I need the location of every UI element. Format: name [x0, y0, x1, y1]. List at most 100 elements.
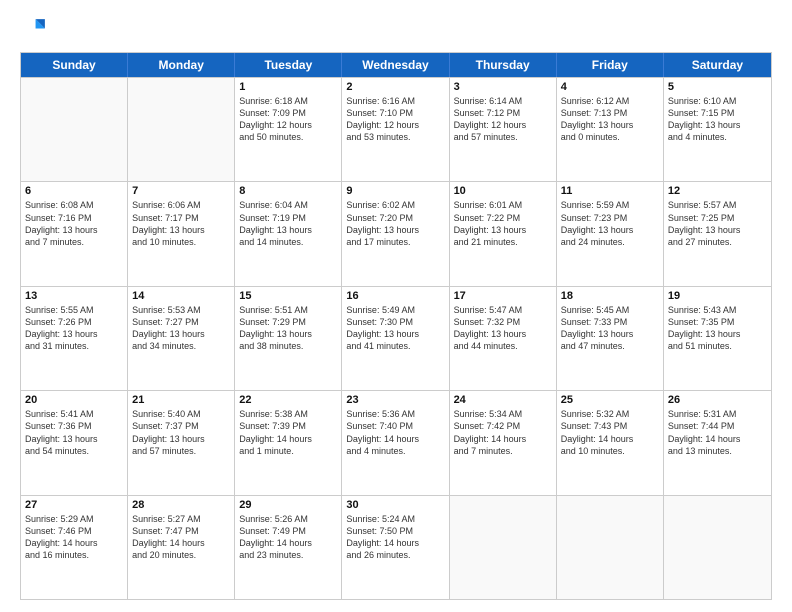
cal-cell: 22 Sunrise: 5:38 AM Sunset: 7:39 PM Dayli… — [235, 391, 342, 494]
day-number: 29 — [239, 499, 337, 511]
cal-cell: 3 Sunrise: 6:14 AM Sunset: 7:12 PM Daylig… — [450, 78, 557, 181]
day-info: Sunrise: 5:34 AM Sunset: 7:42 PM Dayligh… — [454, 408, 552, 457]
day-number: 7 — [132, 185, 230, 197]
day-number: 26 — [668, 394, 767, 406]
day-info: Sunrise: 5:36 AM Sunset: 7:40 PM Dayligh… — [346, 408, 444, 457]
calendar-header: SundayMondayTuesdayWednesdayThursdayFrid… — [21, 53, 771, 77]
day-info: Sunrise: 5:32 AM Sunset: 7:43 PM Dayligh… — [561, 408, 659, 457]
week-row-5: 27Sunrise: 5:29 AM Sunset: 7:46 PM Dayli… — [21, 495, 771, 599]
day-number: 5 — [668, 81, 767, 93]
cal-cell: 30 Sunrise: 5:24 AM Sunset: 7:50 PM Dayli… — [342, 496, 449, 599]
day-number: 22 — [239, 394, 337, 406]
cal-cell: 21Sunrise: 5:40 AM Sunset: 7:37 PM Dayli… — [128, 391, 235, 494]
cal-cell: 26Sunrise: 5:31 AM Sunset: 7:44 PM Dayli… — [664, 391, 771, 494]
cal-cell: 19 Sunrise: 5:43 AM Sunset: 7:35 PM Dayli… — [664, 287, 771, 390]
cal-cell: 24 Sunrise: 5:34 AM Sunset: 7:42 PM Dayli… — [450, 391, 557, 494]
day-number: 10 — [454, 185, 552, 197]
cal-cell: 10 Sunrise: 6:01 AM Sunset: 7:22 PM Dayli… — [450, 182, 557, 285]
day-number: 19 — [668, 290, 767, 302]
day-number: 15 — [239, 290, 337, 302]
header-day-tuesday: Tuesday — [235, 53, 342, 77]
day-info: Sunrise: 6:06 AM Sunset: 7:17 PM Dayligh… — [132, 199, 230, 248]
day-info: Sunrise: 6:14 AM Sunset: 7:12 PM Dayligh… — [454, 95, 552, 144]
day-info: Sunrise: 5:43 AM Sunset: 7:35 PM Dayligh… — [668, 304, 767, 353]
cal-cell — [664, 496, 771, 599]
cal-cell — [21, 78, 128, 181]
cal-cell — [557, 496, 664, 599]
day-number: 14 — [132, 290, 230, 302]
header-day-thursday: Thursday — [450, 53, 557, 77]
day-number: 21 — [132, 394, 230, 406]
cal-cell: 16 Sunrise: 5:49 AM Sunset: 7:30 PM Dayli… — [342, 287, 449, 390]
cal-cell — [450, 496, 557, 599]
day-number: 24 — [454, 394, 552, 406]
day-info: Sunrise: 5:53 AM Sunset: 7:27 PM Dayligh… — [132, 304, 230, 353]
calendar: SundayMondayTuesdayWednesdayThursdayFrid… — [20, 52, 772, 600]
cal-cell: 17 Sunrise: 5:47 AM Sunset: 7:32 PM Dayli… — [450, 287, 557, 390]
week-row-3: 13Sunrise: 5:55 AM Sunset: 7:26 PM Dayli… — [21, 286, 771, 390]
cal-cell: 25 Sunrise: 5:32 AM Sunset: 7:43 PM Dayli… — [557, 391, 664, 494]
cal-cell: 13Sunrise: 5:55 AM Sunset: 7:26 PM Dayli… — [21, 287, 128, 390]
cal-cell: 12Sunrise: 5:57 AM Sunset: 7:25 PM Dayli… — [664, 182, 771, 285]
week-row-1: 1Sunrise: 6:18 AM Sunset: 7:09 PM Daylig… — [21, 77, 771, 181]
day-number: 8 — [239, 185, 337, 197]
page: SundayMondayTuesdayWednesdayThursdayFrid… — [0, 0, 792, 612]
header-day-saturday: Saturday — [664, 53, 771, 77]
cal-cell: 5 Sunrise: 6:10 AM Sunset: 7:15 PM Daylig… — [664, 78, 771, 181]
cal-cell: 29 Sunrise: 5:26 AM Sunset: 7:49 PM Dayli… — [235, 496, 342, 599]
day-number: 4 — [561, 81, 659, 93]
header — [20, 16, 772, 44]
day-number: 30 — [346, 499, 444, 511]
day-info: Sunrise: 5:27 AM Sunset: 7:47 PM Dayligh… — [132, 513, 230, 562]
day-info: Sunrise: 6:02 AM Sunset: 7:20 PM Dayligh… — [346, 199, 444, 248]
cal-cell — [128, 78, 235, 181]
day-info: Sunrise: 5:47 AM Sunset: 7:32 PM Dayligh… — [454, 304, 552, 353]
day-info: Sunrise: 5:38 AM Sunset: 7:39 PM Dayligh… — [239, 408, 337, 457]
logo-icon — [20, 16, 48, 44]
day-number: 23 — [346, 394, 444, 406]
day-info: Sunrise: 6:10 AM Sunset: 7:15 PM Dayligh… — [668, 95, 767, 144]
day-info: Sunrise: 5:26 AM Sunset: 7:49 PM Dayligh… — [239, 513, 337, 562]
cal-cell: 14 Sunrise: 5:53 AM Sunset: 7:27 PM Dayli… — [128, 287, 235, 390]
header-day-wednesday: Wednesday — [342, 53, 449, 77]
cal-cell: 20 Sunrise: 5:41 AM Sunset: 7:36 PM Dayli… — [21, 391, 128, 494]
day-info: Sunrise: 6:08 AM Sunset: 7:16 PM Dayligh… — [25, 199, 123, 248]
cal-cell: 9 Sunrise: 6:02 AM Sunset: 7:20 PM Daylig… — [342, 182, 449, 285]
cal-cell: 15 Sunrise: 5:51 AM Sunset: 7:29 PM Dayli… — [235, 287, 342, 390]
day-number: 11 — [561, 185, 659, 197]
day-info: Sunrise: 5:55 AM Sunset: 7:26 PM Dayligh… — [25, 304, 123, 353]
cal-cell: 8 Sunrise: 6:04 AM Sunset: 7:19 PM Daylig… — [235, 182, 342, 285]
week-row-2: 6Sunrise: 6:08 AM Sunset: 7:16 PM Daylig… — [21, 181, 771, 285]
day-number: 2 — [346, 81, 444, 93]
cal-cell: 18 Sunrise: 5:45 AM Sunset: 7:33 PM Dayli… — [557, 287, 664, 390]
logo — [20, 16, 52, 44]
day-info: Sunrise: 5:45 AM Sunset: 7:33 PM Dayligh… — [561, 304, 659, 353]
day-number: 12 — [668, 185, 767, 197]
day-info: Sunrise: 6:01 AM Sunset: 7:22 PM Dayligh… — [454, 199, 552, 248]
day-number: 20 — [25, 394, 123, 406]
day-info: Sunrise: 5:24 AM Sunset: 7:50 PM Dayligh… — [346, 513, 444, 562]
cal-cell: 1Sunrise: 6:18 AM Sunset: 7:09 PM Daylig… — [235, 78, 342, 181]
day-number: 25 — [561, 394, 659, 406]
header-day-monday: Monday — [128, 53, 235, 77]
cal-cell: 6Sunrise: 6:08 AM Sunset: 7:16 PM Daylig… — [21, 182, 128, 285]
day-number: 28 — [132, 499, 230, 511]
cal-cell: 11Sunrise: 5:59 AM Sunset: 7:23 PM Dayli… — [557, 182, 664, 285]
day-number: 3 — [454, 81, 552, 93]
day-number: 18 — [561, 290, 659, 302]
calendar-body: 1Sunrise: 6:18 AM Sunset: 7:09 PM Daylig… — [21, 77, 771, 599]
cal-cell: 23 Sunrise: 5:36 AM Sunset: 7:40 PM Dayli… — [342, 391, 449, 494]
day-number: 27 — [25, 499, 123, 511]
day-info: Sunrise: 6:04 AM Sunset: 7:19 PM Dayligh… — [239, 199, 337, 248]
header-day-friday: Friday — [557, 53, 664, 77]
day-number: 16 — [346, 290, 444, 302]
day-info: Sunrise: 5:49 AM Sunset: 7:30 PM Dayligh… — [346, 304, 444, 353]
day-info: Sunrise: 5:41 AM Sunset: 7:36 PM Dayligh… — [25, 408, 123, 457]
cal-cell: 27Sunrise: 5:29 AM Sunset: 7:46 PM Dayli… — [21, 496, 128, 599]
day-info: Sunrise: 6:12 AM Sunset: 7:13 PM Dayligh… — [561, 95, 659, 144]
day-info: Sunrise: 5:51 AM Sunset: 7:29 PM Dayligh… — [239, 304, 337, 353]
day-number: 9 — [346, 185, 444, 197]
cal-cell: 4 Sunrise: 6:12 AM Sunset: 7:13 PM Daylig… — [557, 78, 664, 181]
day-number: 17 — [454, 290, 552, 302]
cal-cell: 28 Sunrise: 5:27 AM Sunset: 7:47 PM Dayli… — [128, 496, 235, 599]
